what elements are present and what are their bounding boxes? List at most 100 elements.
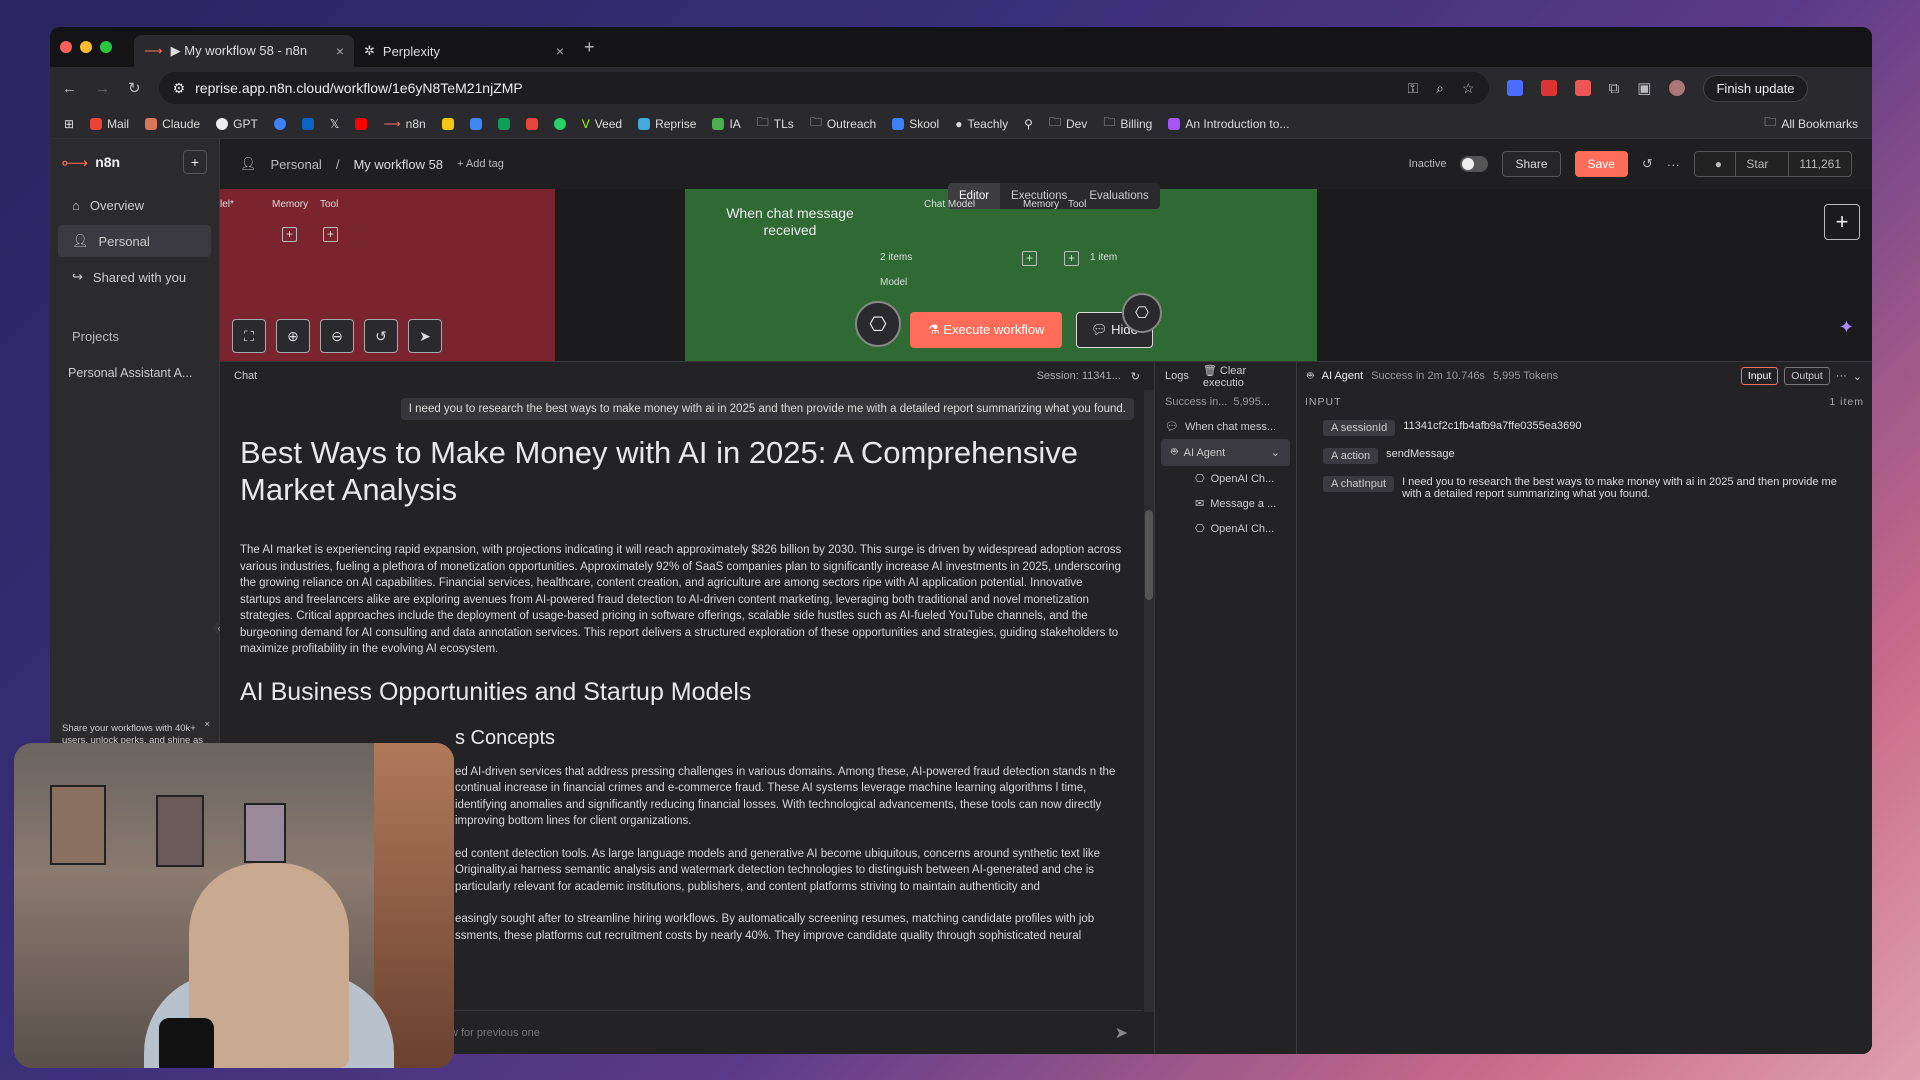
bookmark-star-icon[interactable]: ☆ [1462,80,1475,97]
output-toggle-button[interactable]: Output [1784,367,1830,385]
add-node-button[interactable]: + [1824,204,1860,240]
openai-node-icon[interactable]: ⎔ [1122,293,1162,333]
chevron-down-icon[interactable]: ⌄ [1853,370,1862,383]
tidy-up-icon[interactable]: ➤ [408,319,442,353]
chevron-down-icon[interactable]: ⌄ [1271,446,1280,459]
sheets-icon[interactable] [497,117,510,130]
bookmark-gpt[interactable]: GPT [216,117,258,131]
apps-grid-icon[interactable]: ⊞ [64,117,74,131]
input-field-row: A sessionId 11341cf2c1fb4afb9a7ffe0355ea… [1297,414,1872,442]
bookmark-billing[interactable]: 🗀 Billing [1103,113,1152,134]
zoom-out-icon[interactable]: ⊖ [320,319,354,353]
bookmark-introduction[interactable]: An Introduction to... [1168,117,1289,131]
share-button[interactable]: Share [1502,151,1561,177]
openai-node-icon[interactable]: ⎔ [855,301,901,347]
robot-icon: 🤖︎ [1171,446,1178,458]
refresh-session-icon[interactable]: ↻ [1131,370,1140,383]
log-item[interactable]: ⎔ OpenAI Ch... [1155,466,1296,491]
extension-icon[interactable] [1540,80,1557,96]
browser-tab-perplexity[interactable]: ✲ Perplexity × [354,35,574,67]
bookmark-red-icon[interactable] [525,117,538,130]
finish-update-button[interactable]: Finish update [1703,74,1808,102]
zoom-in-icon[interactable]: ⊕ [276,319,310,353]
github-icon: ● [1704,152,1733,176]
browser-tab-n8n[interactable]: ⟶ ▶ My workflow 58 - n8n × [134,35,354,67]
bookmark-mail[interactable]: Mail [90,117,129,131]
sidebar-item-project[interactable]: Personal Assistant A... [50,366,219,380]
all-bookmarks[interactable]: 🗀 All Bookmarks [1764,113,1858,134]
bookmark-veed[interactable]: V Veed [582,117,622,131]
site-info-icon[interactable]: ⚙ [173,80,186,97]
bookmark-tls[interactable]: 🗀 TLs [757,113,794,134]
bookmark-reprise[interactable]: Reprise [638,117,696,131]
add-tag-link[interactable]: + Add tag [457,158,504,170]
input-toggle-button[interactable]: Input [1740,367,1779,385]
add-memory-icon[interactable]: + [1022,251,1037,266]
close-icon[interactable]: × [204,719,210,731]
execute-workflow-button[interactable]: ⚗ Execute workflow [910,312,1063,348]
github-star-button[interactable]: ● Star 111,261 [1693,151,1852,177]
url-bar[interactable]: ⚙ reprise.app.n8n.cloud/workflow/1e6yN8T… [158,72,1489,104]
close-tab-icon[interactable]: × [336,43,344,59]
puzzle-icon[interactable]: ⧉ [1609,80,1620,97]
workflow-name[interactable]: My workflow 58 [353,157,443,172]
reset-zoom-icon[interactable]: ↺ [364,319,398,353]
maximize-window-button[interactable] [100,41,112,53]
forward-icon[interactable]: → [95,80,110,97]
password-key-icon[interactable]: ⚿ [1408,80,1419,97]
docs-icon[interactable] [469,117,482,130]
bookmark-claude[interactable]: Claude [145,117,200,131]
ai-assistant-icon[interactable]: ✦ [1839,317,1854,338]
bookmark-blue-icon[interactable] [273,117,286,130]
bookmark-teachly[interactable]: ● Teachly [955,117,1008,131]
chat-scrollbar[interactable] [1144,390,1154,1012]
close-window-button[interactable] [60,41,72,53]
active-toggle[interactable] [1460,156,1489,172]
bookmark-outreach[interactable]: 🗀 Outreach [810,113,876,134]
sidebar-item-personal[interactable]: 👤︎ Personal [58,225,211,257]
log-item[interactable]: 💬︎ When chat mess... [1155,414,1296,439]
whatsapp-icon[interactable] [553,117,566,130]
sidebar-item-shared[interactable]: ↪ Shared with you [58,261,211,293]
youtube-icon[interactable] [355,117,368,130]
back-icon[interactable]: ← [62,80,77,97]
log-item[interactable]: ⎔ OpenAI Ch... [1155,516,1296,541]
history-icon[interactable]: ↺ [1642,156,1653,172]
drive-icon [712,117,725,130]
log-item-selected[interactable]: 🤖︎ AI Agent ⌄ [1161,439,1290,466]
more-icon[interactable]: ··· [1667,157,1680,172]
x-icon[interactable]: 𝕏 [330,117,340,131]
bookmark-skool[interactable]: Skool [892,117,939,131]
linkedin-icon[interactable] [301,117,314,130]
save-button[interactable]: Save [1574,151,1628,177]
fit-view-icon[interactable]: ⛶ [232,319,266,353]
add-tool-icon[interactable]: + [1064,251,1079,266]
person-icon[interactable]: ⚲ [1024,117,1033,131]
extension-icon[interactable] [1574,80,1591,96]
new-tab-button[interactable]: + [584,37,595,58]
create-button[interactable]: + [183,150,207,174]
minimize-window-button[interactable] [80,41,92,53]
workflow-canvas[interactable]: lel* Memory Tool + + ⛶ ⊕ ⊖ ↺ ➤ When chat… [220,183,1872,361]
bookmark-n8n[interactable]: ⟶ n8n [383,117,425,131]
sidebar-item-overview[interactable]: ⌂ Overview [58,189,211,221]
clear-execution-button[interactable]: 🗑︎ Clear executio [1203,364,1286,389]
avatar[interactable] [1669,80,1686,96]
log-item[interactable]: ✉ Message a ... [1155,491,1296,516]
breadcrumb-personal[interactable]: Personal [271,157,322,172]
logs-summary: Success in... 5,995... [1165,396,1271,408]
bookmark-dev[interactable]: 🗀 Dev [1049,113,1087,134]
report-paragraph: ed content detection tools. As large lan… [455,847,1101,893]
bookmark-ia[interactable]: IA [712,117,741,131]
more-icon[interactable]: ··· [1836,370,1847,382]
sidepanel-icon[interactable]: ▣ [1637,79,1651,97]
extension-icon[interactable] [1506,80,1523,96]
add-memory-icon[interactable]: + [282,227,297,242]
reload-icon[interactable]: ↻ [128,79,141,97]
node-chat-trigger[interactable]: When chat message received [715,205,865,239]
bookmark-yellow-icon[interactable] [441,117,454,130]
send-icon[interactable]: ➤ [1115,1023,1128,1043]
add-tool-icon[interactable]: + [323,227,338,242]
close-tab-icon[interactable]: × [556,43,564,59]
zoom-icon[interactable]: ⌕ [1436,80,1444,97]
